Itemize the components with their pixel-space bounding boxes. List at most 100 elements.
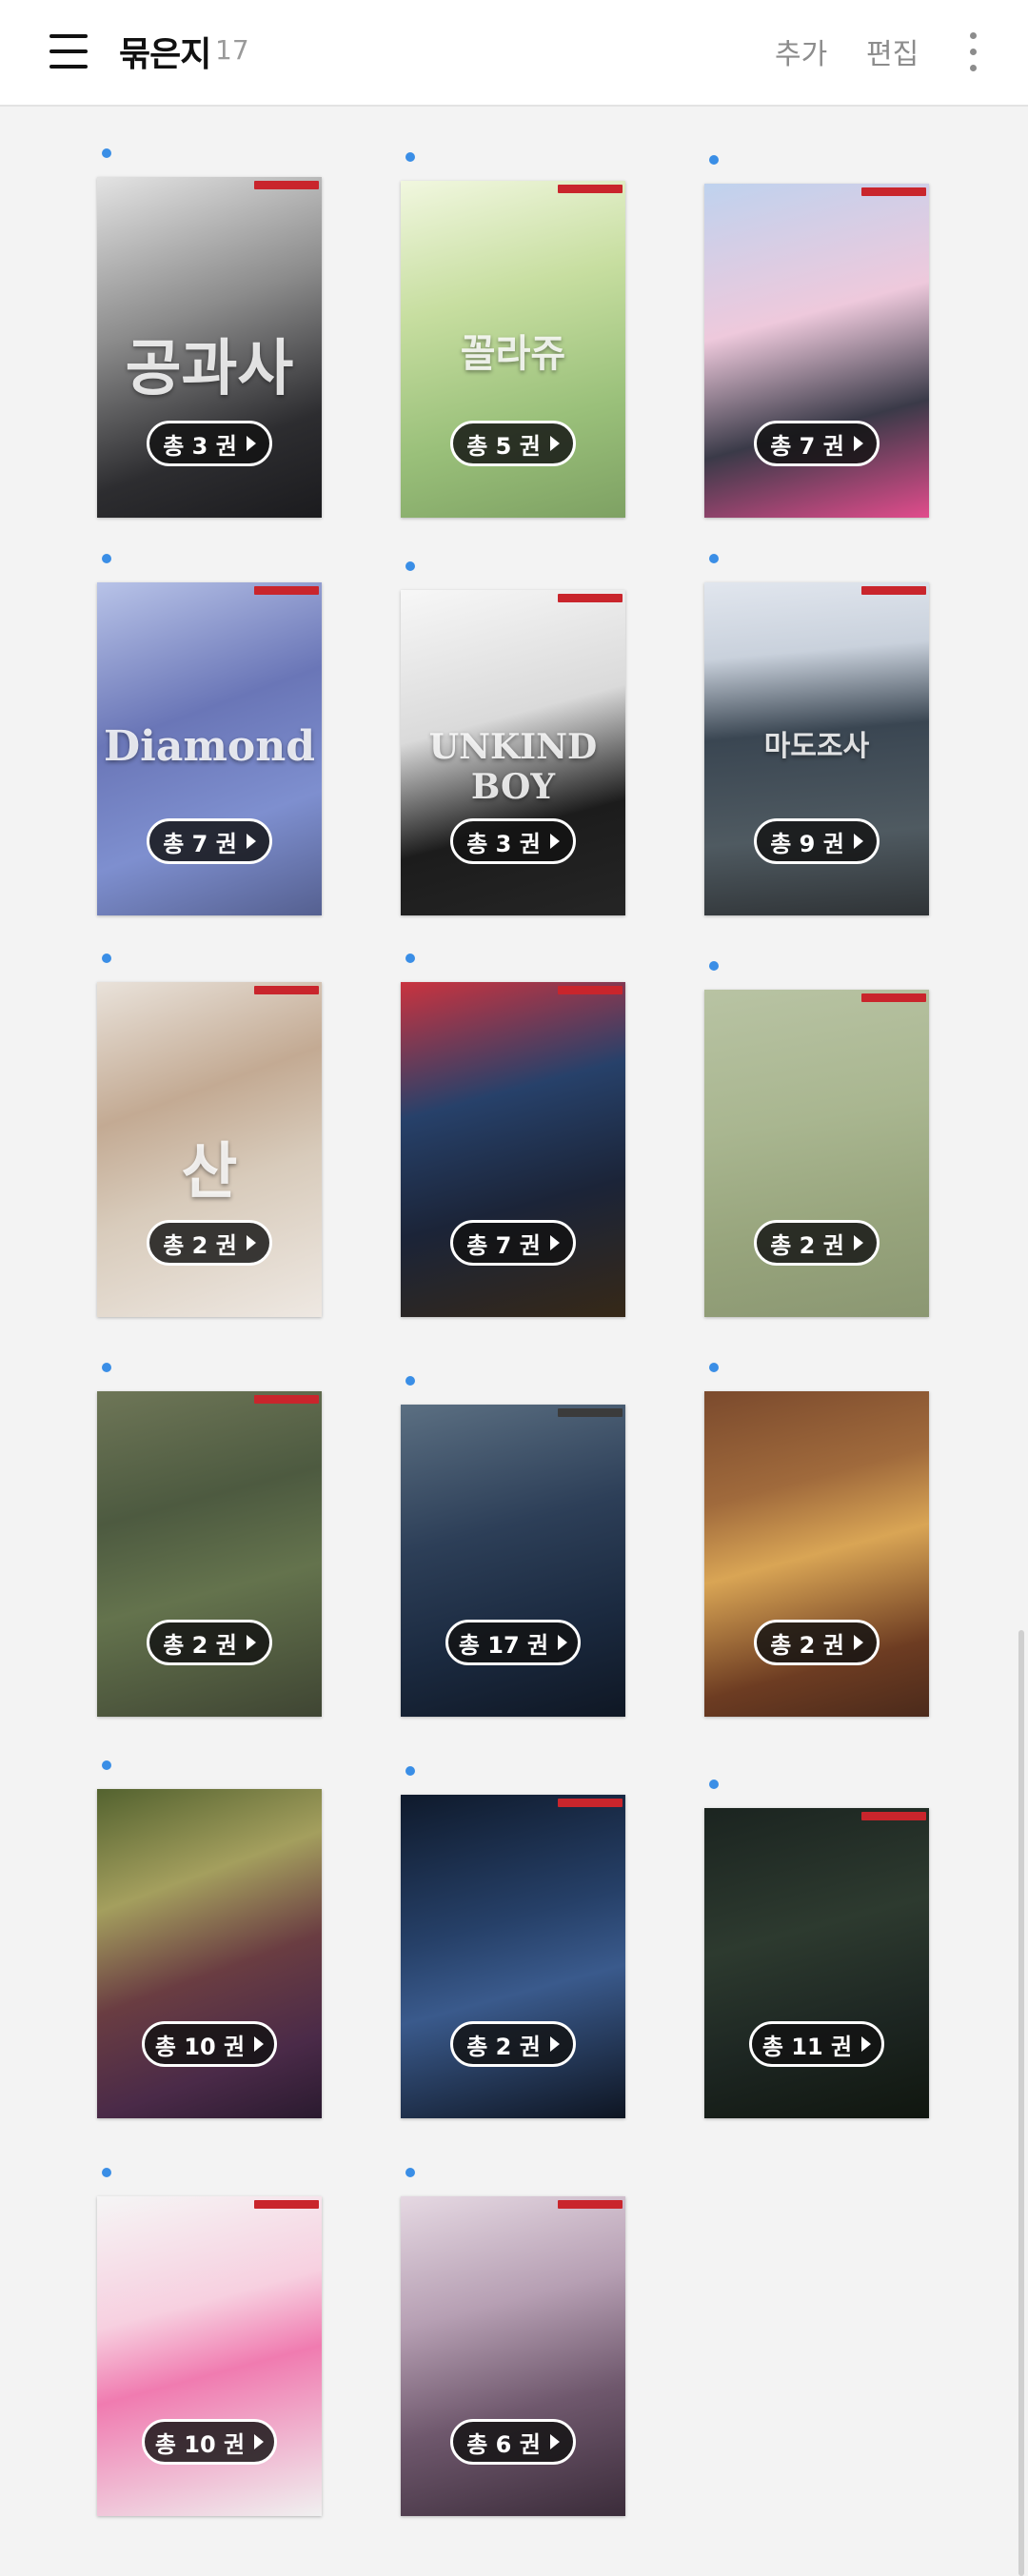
play-arrow-icon — [549, 834, 560, 849]
age-rating-tag — [254, 1395, 319, 1404]
book-card[interactable]: 총 10 권 — [97, 1760, 322, 2118]
play-arrow-icon — [246, 1235, 256, 1250]
new-indicator-dot — [709, 155, 719, 165]
cover-title-text: 공과사 — [125, 333, 294, 404]
scrollbar-thumb[interactable] — [1018, 1630, 1024, 2576]
volume-count-label: 총 10 권 — [154, 2430, 246, 2458]
age-rating-tag — [861, 586, 926, 595]
volume-count-badge[interactable]: 총 17 권 — [445, 1620, 581, 1665]
age-rating-tag — [558, 594, 623, 602]
volume-count-badge[interactable]: 총 9 권 — [754, 818, 880, 864]
book-card[interactable]: 총 10 권 — [97, 2168, 322, 2516]
volume-count-badge[interactable]: 총 7 권 — [754, 421, 880, 466]
book-cover-image[interactable]: 총 10 권 — [97, 1789, 322, 2118]
new-indicator-dot — [405, 954, 415, 963]
book-cover-image[interactable]: Diamond 총 7 권 — [97, 582, 322, 915]
play-arrow-icon — [254, 2434, 265, 2449]
book-cover-image[interactable]: 꼴라쥬총 5 권 — [401, 181, 625, 518]
new-indicator-dot — [102, 1760, 111, 1770]
book-cover-image[interactable]: 마도조사 총 9 권 — [704, 582, 929, 915]
book-cover-image[interactable]: 총 2 권 — [704, 1391, 929, 1717]
book-card[interactable]: 마도조사 총 9 권 — [704, 554, 929, 915]
more-vertical-icon[interactable] — [966, 30, 979, 72]
new-indicator-dot — [102, 554, 111, 563]
volume-count-badge[interactable]: 총 2 권 — [450, 2021, 576, 2067]
play-arrow-icon — [254, 2036, 265, 2052]
volume-count-label: 총 7 권 — [770, 432, 844, 460]
play-arrow-icon — [246, 834, 256, 849]
app-header: 묶은지 17 추가 편집 — [0, 0, 1028, 107]
volume-count-label: 총 9 권 — [770, 830, 844, 857]
edit-button[interactable]: 편집 — [866, 30, 919, 72]
play-arrow-icon — [853, 1235, 863, 1250]
cover-title-text: 꼴라쥬 — [460, 331, 566, 376]
volume-count-badge[interactable]: 총 11 권 — [749, 2021, 884, 2067]
volume-count-badge[interactable]: 총 2 권 — [147, 1220, 272, 1266]
age-rating-tag — [558, 2200, 623, 2209]
page-title: 묶은지 — [119, 35, 211, 74]
play-arrow-icon — [246, 1635, 256, 1650]
volume-count-badge[interactable]: 총 3 권 — [450, 818, 576, 864]
new-indicator-dot — [709, 1780, 719, 1789]
new-indicator-dot — [102, 954, 111, 963]
new-indicator-dot — [709, 554, 719, 563]
book-cover-image[interactable]: 산총 2 권 — [97, 982, 322, 1317]
new-indicator-dot — [102, 2168, 111, 2177]
volume-count-badge[interactable]: 총 10 권 — [142, 2021, 277, 2067]
volume-count-label: 총 5 권 — [466, 432, 541, 460]
volume-count-label: 총 7 권 — [466, 1231, 541, 1259]
new-indicator-dot — [405, 2168, 415, 2177]
book-cover-image[interactable]: 총 2 권 — [97, 1391, 322, 1717]
volume-count-label: 총 17 권 — [458, 1631, 549, 1659]
volume-count-label: 총 11 권 — [761, 2033, 853, 2060]
volume-count-badge[interactable]: 총 5 권 — [450, 421, 576, 466]
book-card[interactable]: 총 2 권 — [401, 1766, 625, 2118]
book-cover-image[interactable]: 총 7 권 — [704, 184, 929, 518]
volume-count-badge[interactable]: 총 2 권 — [754, 1620, 880, 1665]
volume-count-badge[interactable]: 총 2 권 — [147, 1620, 272, 1665]
book-cover-image[interactable]: 총 7 권 — [401, 982, 625, 1317]
book-card[interactable]: 총 7 권 — [704, 155, 929, 518]
volume-count-badge[interactable]: 총 6 권 — [450, 2419, 576, 2465]
volume-count-badge[interactable]: 총 3 권 — [147, 421, 272, 466]
play-arrow-icon — [549, 2036, 560, 2052]
book-card[interactable]: 총 11 권 — [704, 1780, 929, 2118]
book-cover-image[interactable]: UNKIND BOY 총 3 권 — [401, 590, 625, 915]
book-card[interactable]: 공과사총 3 권 — [97, 148, 322, 518]
book-cover-image[interactable]: 총 17 권 — [401, 1405, 625, 1717]
book-card[interactable]: 총 17 권 — [401, 1376, 625, 1717]
hamburger-menu-icon[interactable] — [49, 32, 88, 70]
age-rating-tag — [558, 1799, 623, 1807]
cover-title-text: UNKIND BOY — [428, 727, 598, 807]
book-cover-image[interactable]: 총 10 권 — [97, 2196, 322, 2516]
book-card[interactable]: 꼴라쥬총 5 권 — [401, 152, 625, 518]
book-cover-image[interactable]: 총 2 권 — [704, 990, 929, 1317]
volume-count-badge[interactable]: 총 7 권 — [450, 1220, 576, 1266]
book-card[interactable]: 총 7 권 — [401, 954, 625, 1317]
new-indicator-dot — [102, 1363, 111, 1372]
new-indicator-dot — [405, 152, 415, 162]
book-card[interactable]: 산총 2 권 — [97, 954, 322, 1317]
book-card[interactable]: Diamond 총 7 권 — [97, 554, 322, 915]
play-arrow-icon — [549, 436, 560, 451]
volume-count-badge[interactable]: 총 10 권 — [142, 2419, 277, 2465]
book-card[interactable]: 총 2 권 — [97, 1363, 322, 1717]
volume-count-badge[interactable]: 총 2 권 — [754, 1220, 880, 1266]
volume-count-label: 총 2 권 — [466, 2033, 541, 2060]
book-cover-image[interactable]: 총 11 권 — [704, 1808, 929, 2118]
book-cover-image[interactable]: 총 2 권 — [401, 1795, 625, 2118]
book-cover-image[interactable]: 총 6 권 — [401, 2196, 625, 2516]
book-cover-image[interactable]: 공과사총 3 권 — [97, 177, 322, 518]
age-rating-tag — [254, 986, 319, 994]
cover-title-text: Diamond — [103, 722, 316, 771]
age-rating-tag — [861, 1812, 926, 1820]
volume-count-label: 총 2 권 — [163, 1631, 237, 1659]
book-card[interactable]: 총 2 권 — [704, 961, 929, 1317]
book-card[interactable]: UNKIND BOY 총 3 권 — [401, 561, 625, 915]
book-card[interactable]: 총 2 권 — [704, 1363, 929, 1717]
book-card[interactable]: 총 6 권 — [401, 2168, 625, 2516]
add-button[interactable]: 추가 — [775, 30, 827, 72]
play-arrow-icon — [861, 2036, 872, 2052]
volume-count-badge[interactable]: 총 7 권 — [147, 818, 272, 864]
age-rating-tag — [861, 993, 926, 1002]
